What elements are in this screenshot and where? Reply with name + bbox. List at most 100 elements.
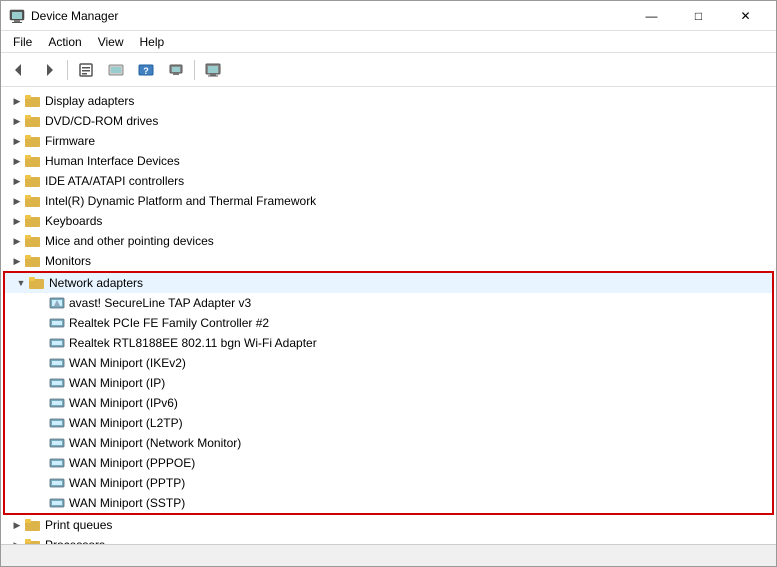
- expand-processors[interactable]: ▶: [9, 537, 25, 544]
- tree-item-wan-sstp[interactable]: WAN Miniport (SSTP): [5, 493, 772, 513]
- realtek-pcie-icon: [49, 315, 65, 331]
- help-button[interactable]: ?: [132, 56, 160, 84]
- realtek-rtl-icon: [49, 335, 65, 351]
- tree-item-wan-ip[interactable]: WAN Miniport (IP): [5, 373, 772, 393]
- tree-item-wan-ipv6[interactable]: WAN Miniport (IPv6): [5, 393, 772, 413]
- expand-network[interactable]: ▼: [13, 275, 29, 291]
- realtek-rtl-label: Realtek RTL8188EE 802.11 bgn Wi-Fi Adapt…: [69, 336, 317, 350]
- tree-item-mice[interactable]: ▶ Mice and other pointing devices: [1, 231, 776, 251]
- wan-pptp-placeholder: [33, 475, 49, 491]
- expand-realtek-rtl-placeholder: [33, 335, 49, 351]
- tree-item-network[interactable]: ▼ Network adapters: [5, 273, 772, 293]
- status-bar: [1, 544, 776, 566]
- expand-intel[interactable]: ▶: [9, 193, 25, 209]
- menu-file[interactable]: File: [5, 33, 40, 51]
- network-folder-icon: [29, 275, 45, 291]
- tree-item-monitors[interactable]: ▶ Monitors: [1, 251, 776, 271]
- menu-help[interactable]: Help: [132, 33, 173, 51]
- window-controls: — □ ✕: [629, 1, 768, 31]
- tree-item-wan-netmon[interactable]: WAN Miniport (Network Monitor): [5, 433, 772, 453]
- window-title: Device Manager: [31, 9, 629, 23]
- title-bar: Device Manager — □ ✕: [1, 1, 776, 31]
- expand-display[interactable]: ▶: [9, 93, 25, 109]
- properties-button[interactable]: [72, 56, 100, 84]
- maximize-button[interactable]: □: [676, 1, 721, 31]
- wan-pppoe-icon: [49, 455, 65, 471]
- display-folder-icon: [25, 93, 41, 109]
- tree-item-wan-ikev2[interactable]: WAN Miniport (IKEv2): [5, 353, 772, 373]
- tree-item-processors[interactable]: ▶ Processors: [1, 535, 776, 544]
- dvd-label: DVD/CD-ROM drives: [45, 114, 158, 128]
- tree-item-intel[interactable]: ▶ Intel(R) Dynamic Platform and Thermal …: [1, 191, 776, 211]
- device-type-button[interactable]: [162, 56, 190, 84]
- monitors-folder-icon: [25, 253, 41, 269]
- expand-dvd[interactable]: ▶: [9, 113, 25, 129]
- ide-label: IDE ATA/ATAPI controllers: [45, 174, 184, 188]
- minimize-button[interactable]: —: [629, 1, 674, 31]
- tree-item-wan-pppoe[interactable]: WAN Miniport (PPPOE): [5, 453, 772, 473]
- tree-item-realtek-rtl[interactable]: Realtek RTL8188EE 802.11 bgn Wi-Fi Adapt…: [5, 333, 772, 353]
- wan-ip-label: WAN Miniport (IP): [69, 376, 165, 390]
- tree-item-avast[interactable]: avast! SecureLine TAP Adapter v3: [5, 293, 772, 313]
- expand-monitors[interactable]: ▶: [9, 253, 25, 269]
- wan-l2tp-label: WAN Miniport (L2TP): [69, 416, 183, 430]
- forward-button[interactable]: [35, 56, 63, 84]
- expand-print[interactable]: ▶: [9, 517, 25, 533]
- tree-item-print[interactable]: ▶ Print queues: [1, 515, 776, 535]
- intel-folder-icon: [25, 193, 41, 209]
- close-button[interactable]: ✕: [723, 1, 768, 31]
- wan-sstp-label: WAN Miniport (SSTP): [69, 496, 185, 510]
- menu-bar: File Action View Help: [1, 31, 776, 53]
- wan-pptp-label: WAN Miniport (PPTP): [69, 476, 185, 490]
- print-folder-icon: [25, 517, 41, 533]
- main-content: ▶ Display adapters ▶ DVD/CD-ROM drives ▶: [1, 87, 776, 544]
- toolbar-separator-1: [67, 60, 68, 80]
- expand-firmware[interactable]: ▶: [9, 133, 25, 149]
- wan-pppoe-placeholder: [33, 455, 49, 471]
- wan-ikev2-icon: [49, 355, 65, 371]
- expand-ide[interactable]: ▶: [9, 173, 25, 189]
- realtek-pcie-label: Realtek PCIe FE Family Controller #2: [69, 316, 269, 330]
- network-label: Network adapters: [49, 276, 143, 290]
- update-driver-button[interactable]: [102, 56, 130, 84]
- monitor-button[interactable]: [199, 56, 227, 84]
- device-manager-window: Device Manager — □ ✕ File Action View He…: [0, 0, 777, 567]
- tree-item-wan-l2tp[interactable]: WAN Miniport (L2TP): [5, 413, 772, 433]
- tree-item-dvd[interactable]: ▶ DVD/CD-ROM drives: [1, 111, 776, 131]
- hid-label: Human Interface Devices: [45, 154, 180, 168]
- svg-text:?: ?: [143, 66, 149, 76]
- menu-view[interactable]: View: [90, 33, 132, 51]
- tree-item-keyboards[interactable]: ▶ Keyboards: [1, 211, 776, 231]
- back-button[interactable]: [5, 56, 33, 84]
- hid-folder-icon: [25, 153, 41, 169]
- tree-item-realtek-pcie[interactable]: Realtek PCIe FE Family Controller #2: [5, 313, 772, 333]
- mice-folder-icon: [25, 233, 41, 249]
- expand-keyboards[interactable]: ▶: [9, 213, 25, 229]
- tree-item-wan-pptp[interactable]: WAN Miniport (PPTP): [5, 473, 772, 493]
- wan-pptp-icon: [49, 475, 65, 491]
- tree-item-display[interactable]: ▶ Display adapters: [1, 91, 776, 111]
- tree-item-firmware[interactable]: ▶ Firmware: [1, 131, 776, 151]
- expand-hid[interactable]: ▶: [9, 153, 25, 169]
- wan-ikev2-placeholder: [33, 355, 49, 371]
- ide-folder-icon: [25, 173, 41, 189]
- wan-sstp-icon: [49, 495, 65, 511]
- wan-netmon-label: WAN Miniport (Network Monitor): [69, 436, 241, 450]
- tree-item-hid[interactable]: ▶ Human Interface Devices: [1, 151, 776, 171]
- keyboards-folder-icon: [25, 213, 41, 229]
- wan-ip-placeholder: [33, 375, 49, 391]
- mice-label: Mice and other pointing devices: [45, 234, 214, 248]
- wan-ikev2-label: WAN Miniport (IKEv2): [69, 356, 186, 370]
- toolbar-separator-2: [194, 60, 195, 80]
- processors-folder-icon: [25, 537, 41, 544]
- wan-pppoe-label: WAN Miniport (PPPOE): [69, 456, 195, 470]
- menu-action[interactable]: Action: [40, 33, 89, 51]
- wan-ip-icon: [49, 375, 65, 391]
- wan-netmon-icon: [49, 435, 65, 451]
- expand-mice[interactable]: ▶: [9, 233, 25, 249]
- print-label: Print queues: [45, 518, 112, 532]
- tree-item-ide[interactable]: ▶ IDE ATA/ATAPI controllers: [1, 171, 776, 191]
- app-icon: [9, 8, 25, 24]
- device-tree[interactable]: ▶ Display adapters ▶ DVD/CD-ROM drives ▶: [1, 87, 776, 544]
- display-label: Display adapters: [45, 94, 134, 108]
